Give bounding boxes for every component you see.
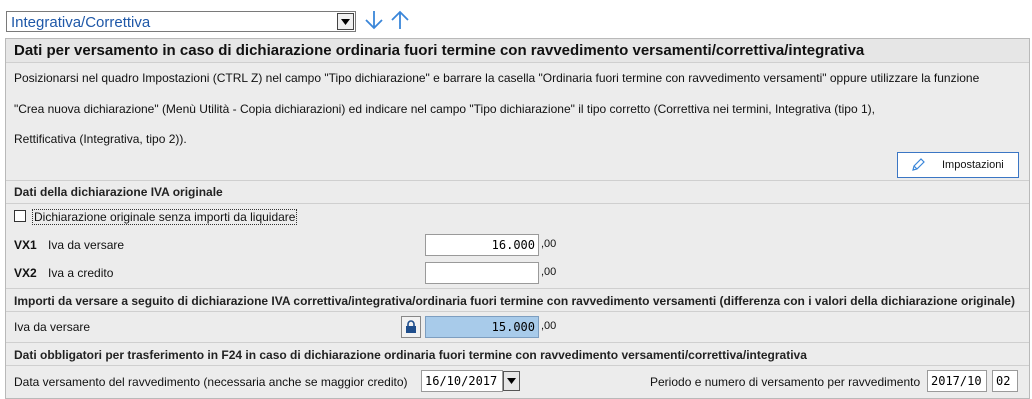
info-line-1: Posizionarsi nel quadro Impostazioni (CT… — [14, 71, 980, 85]
diff-iva-label: Iva da versare — [14, 320, 91, 334]
periodo-label: Periodo e numero di versamento per ravve… — [650, 375, 921, 389]
section-diff-header: Importi da versare a seguito di dichiara… — [6, 288, 1029, 312]
numero-versamento-input[interactable]: 02 — [992, 370, 1018, 392]
date-picker-button[interactable] — [503, 371, 520, 391]
impostazioni-button[interactable]: Impostazioni — [897, 152, 1019, 178]
top-toolbar: Integrativa/Correttiva — [0, 0, 1032, 40]
pencil-icon — [912, 158, 925, 171]
vx2-code: VX2 — [14, 266, 37, 280]
impostazioni-label: Impostazioni — [942, 159, 1004, 171]
lock-button[interactable] — [401, 316, 421, 338]
arrow-up-icon[interactable] — [390, 8, 410, 32]
chevron-down-icon — [341, 18, 350, 25]
original-no-amounts-checkbox[interactable] — [14, 210, 26, 222]
section-f24-title: Dati obbligatori per trasferimento in F2… — [14, 348, 807, 362]
lock-icon — [406, 320, 416, 333]
dropdown-button[interactable] — [337, 13, 354, 30]
info-line-3: Rettificativa (Integrativa, tipo 2)). — [14, 132, 187, 146]
arrow-down-icon[interactable] — [364, 8, 384, 32]
date-versamento-label: Data versamento del ravvedimento (necess… — [14, 375, 408, 389]
select-value: Integrativa/Correttiva — [11, 14, 151, 31]
diff-iva-da-versare-input[interactable]: 15.000 — [425, 316, 539, 338]
periodo-input[interactable]: 2017/10 — [927, 370, 987, 392]
date-versamento-input[interactable]: 16/10/2017 — [421, 370, 503, 392]
panel-title: Dati per versamento in caso di dichiaraz… — [14, 42, 865, 59]
section-f24-header: Dati obbligatori per trasferimento in F2… — [6, 342, 1029, 366]
chevron-down-icon — [507, 378, 516, 384]
vx1-decimals: ,00 — [541, 238, 557, 250]
section-original-header: Dati della dichiarazione IVA originale — [6, 180, 1029, 204]
vx2-label: Iva a credito — [48, 266, 114, 280]
section-diff-title: Importi da versare a seguito di dichiara… — [14, 294, 1015, 308]
vx2-iva-a-credito-input[interactable] — [425, 262, 539, 284]
panel-title-bar: Dati per versamento in caso di dichiaraz… — [6, 39, 1029, 63]
info-line-2: "Crea nuova dichiarazione" (Menù Utilità… — [14, 102, 875, 116]
vx1-label: Iva da versare — [48, 238, 125, 252]
ravvedimento-panel: Dati per versamento in caso di dichiaraz… — [5, 38, 1030, 399]
vx1-code: VX1 — [14, 238, 37, 252]
original-no-amounts-label[interactable]: Dichiarazione originale senza importi da… — [32, 209, 298, 225]
section-original-title: Dati della dichiarazione IVA originale — [14, 185, 223, 199]
declaration-type-select[interactable]: Integrativa/Correttiva — [6, 11, 356, 32]
diff-iva-decimals: ,00 — [541, 320, 557, 332]
vx2-decimals: ,00 — [541, 266, 557, 278]
vx1-iva-da-versare-input[interactable]: 16.000 — [425, 234, 539, 256]
